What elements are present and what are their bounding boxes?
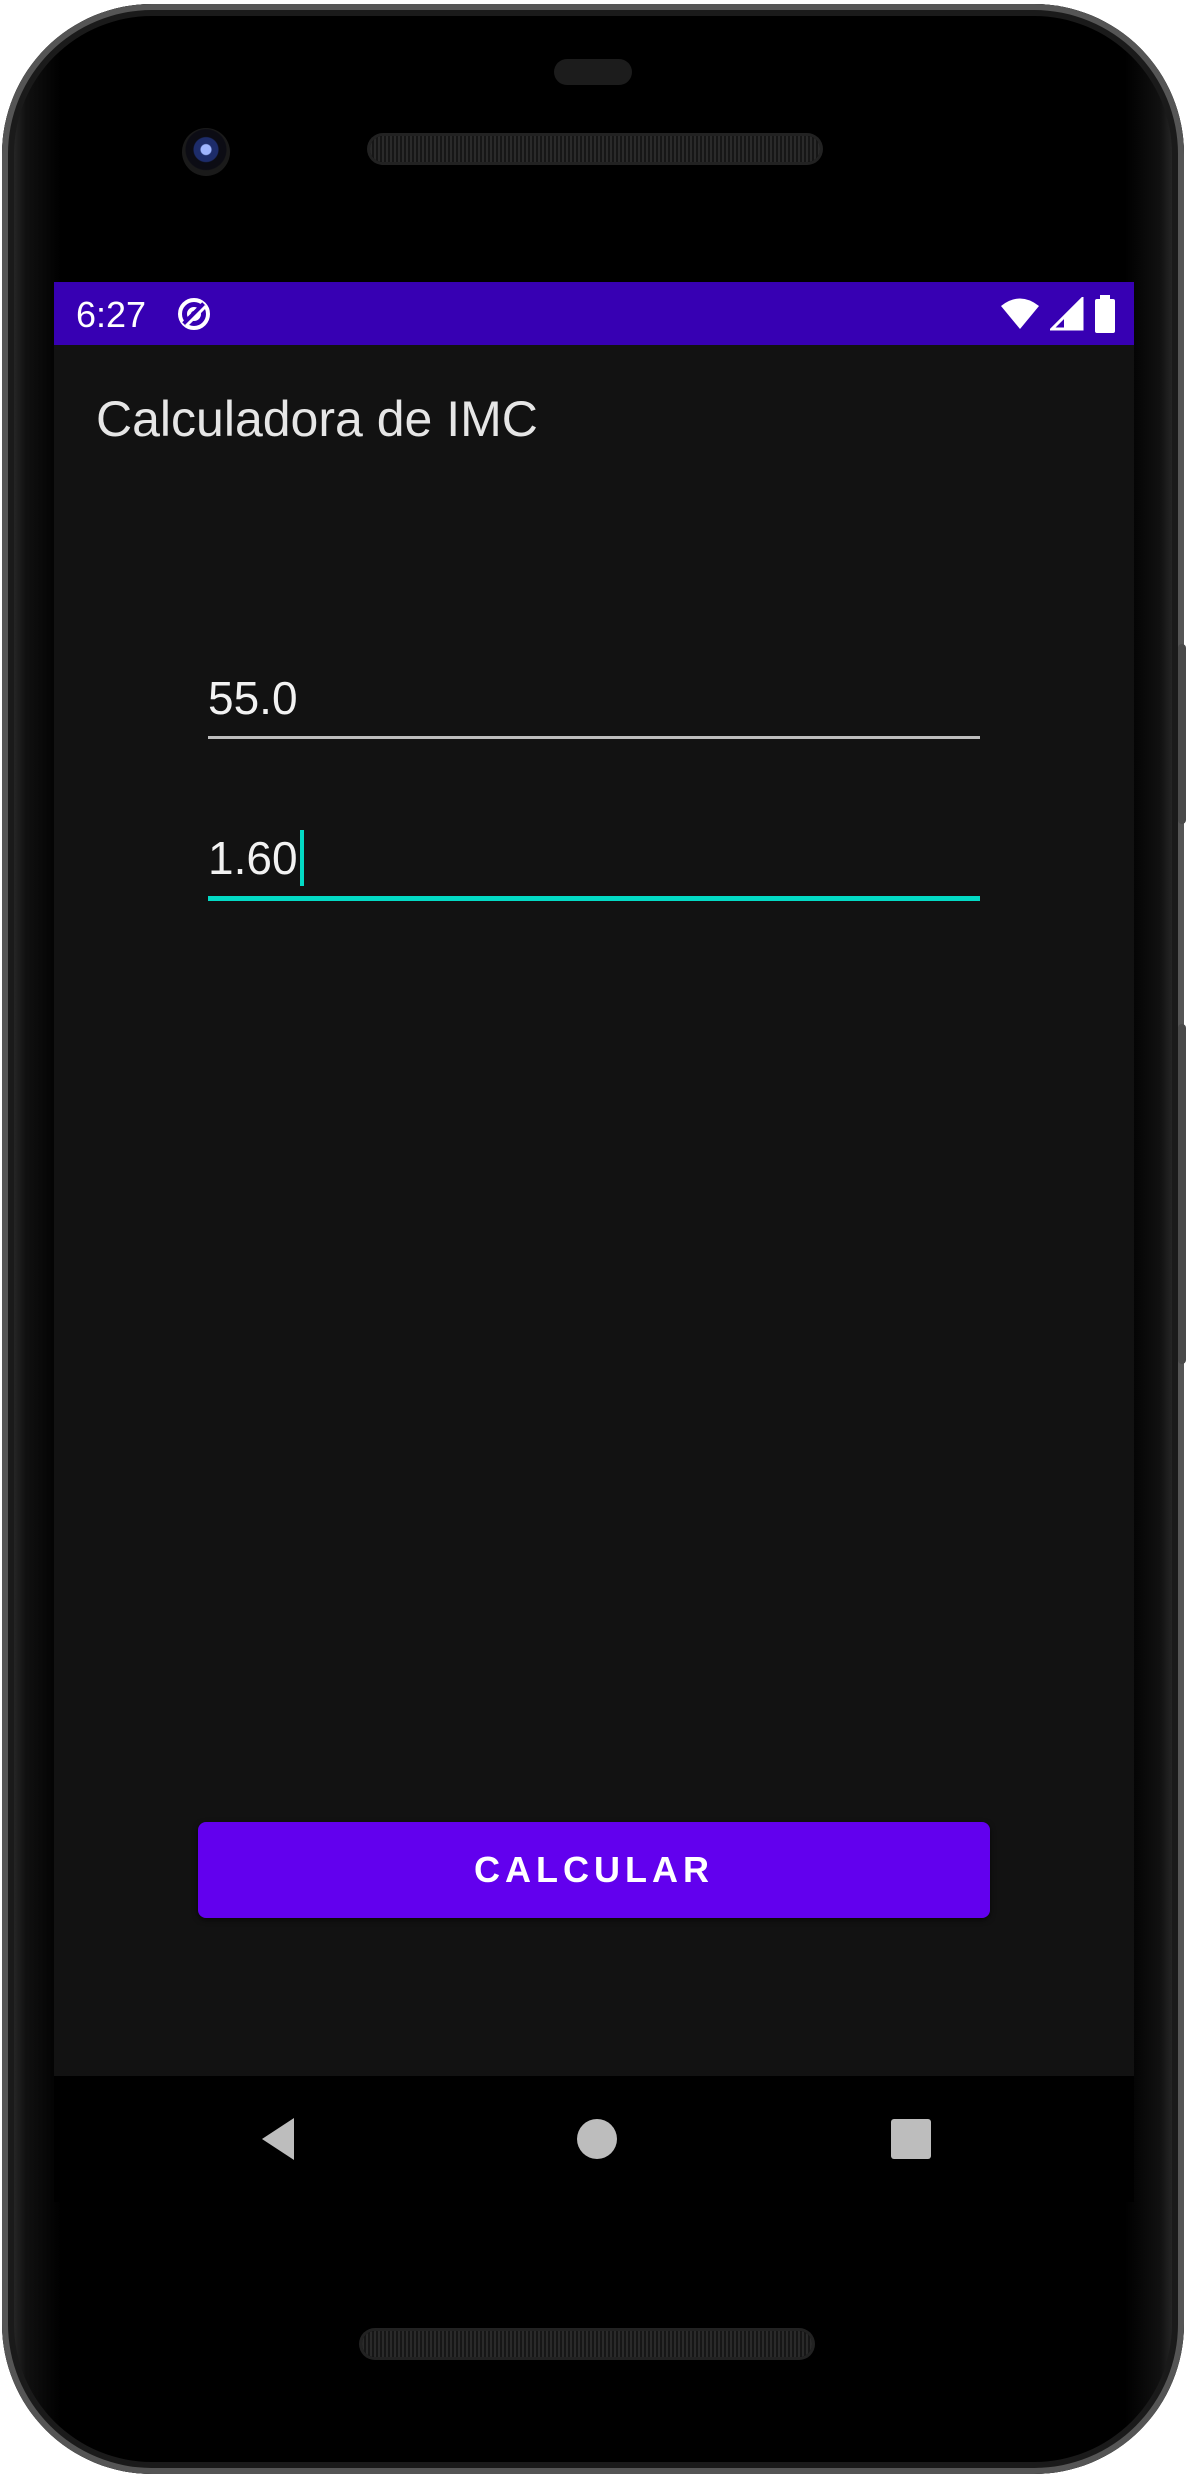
bottom-speaker-grille bbox=[362, 2331, 812, 2357]
screen: 6:27 Calculadora de IMC 55.0 1.60 CALCUL… bbox=[54, 282, 1134, 2076]
wifi-icon bbox=[1001, 298, 1039, 329]
at-sign-icon bbox=[178, 298, 210, 330]
height-input[interactable]: 1.60 bbox=[208, 832, 298, 884]
height-field[interactable]: 1.60 bbox=[208, 826, 980, 901]
weight-input[interactable]: 55.0 bbox=[208, 666, 980, 730]
front-camera-icon bbox=[182, 128, 230, 176]
status-bar: 6:27 bbox=[54, 282, 1134, 345]
height-underline bbox=[208, 896, 980, 901]
home-icon[interactable] bbox=[570, 2112, 624, 2166]
status-time: 6:27 bbox=[76, 294, 147, 335]
page-title: Calculadora de IMC bbox=[96, 391, 538, 447]
recents-icon[interactable] bbox=[884, 2112, 938, 2166]
height-input-wrapper[interactable]: 1.60 bbox=[208, 826, 980, 890]
weight-underline bbox=[208, 736, 980, 739]
sensor-slot bbox=[554, 59, 632, 85]
top-speaker-grille bbox=[370, 136, 820, 162]
battery-icon bbox=[1095, 295, 1115, 333]
text-cursor bbox=[299, 829, 304, 886]
weight-field[interactable]: 55.0 bbox=[208, 666, 980, 739]
cell-signal-icon bbox=[1050, 297, 1084, 331]
power-button bbox=[1178, 644, 1186, 824]
phone-frame: 6:27 Calculadora de IMC 55.0 1.60 CALCUL… bbox=[2, 4, 1186, 2474]
navigation-bar bbox=[54, 2076, 1134, 2202]
status-icons bbox=[1000, 294, 1116, 334]
calculate-button[interactable]: CALCULAR bbox=[198, 1822, 990, 1918]
back-icon[interactable] bbox=[254, 2112, 308, 2166]
volume-button bbox=[1178, 1024, 1186, 1364]
